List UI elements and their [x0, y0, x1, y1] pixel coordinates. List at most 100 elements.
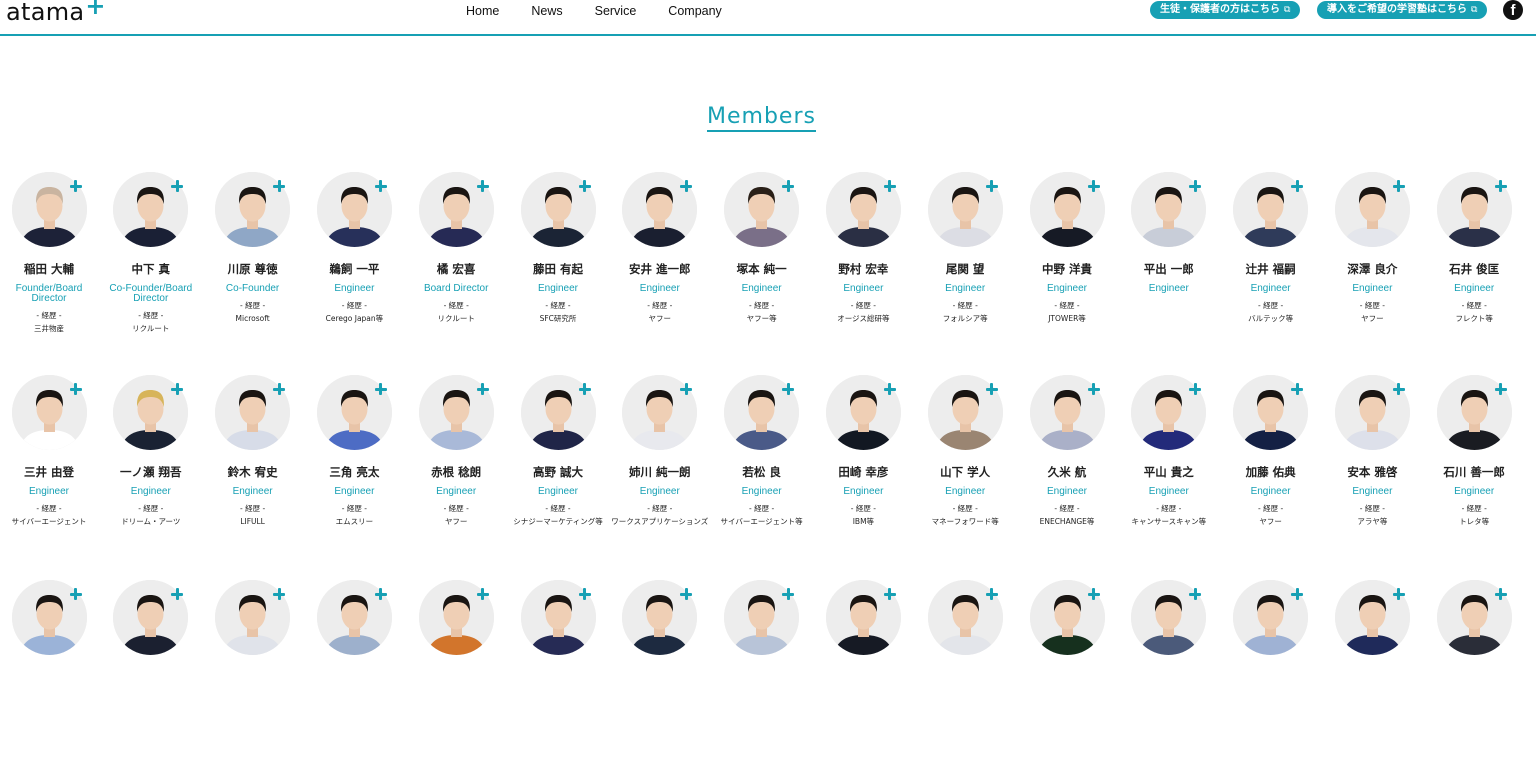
member-avatar[interactable]	[1233, 172, 1309, 247]
member-avatar[interactable]	[724, 580, 800, 655]
member-card[interactable]: 石井 俊匡 Engineer - 経歴 - フレクト等	[1423, 172, 1525, 324]
member-avatar[interactable]	[113, 580, 189, 655]
member-avatar[interactable]	[724, 172, 800, 247]
member-avatar[interactable]	[215, 580, 291, 655]
member-card[interactable]: 三井 由登 Engineer - 経歴 - サイバーエージェント	[0, 375, 100, 527]
member-card[interactable]: 山下 学人 Engineer - 経歴 - マネーフォワード等	[914, 375, 1016, 527]
member-avatar[interactable]	[113, 172, 189, 247]
member-avatar[interactable]	[418, 580, 494, 655]
member-avatar[interactable]	[927, 172, 1003, 247]
member-card[interactable]: 鵜飼 一平 Engineer - 経歴 - Cerego Japan等	[303, 172, 405, 324]
member-avatar[interactable]	[215, 172, 291, 247]
member-avatar[interactable]	[316, 172, 392, 247]
member-card[interactable]: 三角 亮太 Engineer - 経歴 - エムスリー	[303, 375, 405, 527]
member-card[interactable]: 高野 誠大 Engineer - 経歴 - シナジーマーケティング等	[507, 375, 609, 527]
member-card[interactable]: 橘 宏喜 Board Director - 経歴 - リクルート	[405, 172, 507, 324]
nav-home[interactable]: Home	[466, 4, 499, 18]
member-avatar[interactable]	[825, 375, 901, 450]
member-card[interactable]	[405, 580, 507, 655]
member-card[interactable]: 姉川 純一朗 Engineer - 経歴 - ワークスアプリケーションズ	[609, 375, 711, 527]
member-card[interactable]	[1016, 580, 1118, 655]
member-avatar[interactable]	[1029, 172, 1105, 247]
member-card[interactable]	[1321, 580, 1423, 655]
member-card[interactable]: 塚本 純一 Engineer - 経歴 - ヤフー等	[711, 172, 813, 324]
member-avatar[interactable]	[1436, 375, 1512, 450]
member-card[interactable]: 石川 善一郎 Engineer - 経歴 - トレタ等	[1423, 375, 1525, 527]
member-card[interactable]	[1423, 580, 1525, 655]
member-card[interactable]: 平山 貴之 Engineer - 経歴 - キャンサースキャン等	[1118, 375, 1220, 527]
member-card[interactable]	[100, 580, 202, 655]
nav-news[interactable]: News	[531, 4, 562, 18]
facebook-icon[interactable]: f	[1503, 0, 1523, 20]
member-name: 辻井 福嗣	[1245, 262, 1296, 276]
member-card[interactable]	[812, 580, 914, 655]
member-avatar[interactable]	[418, 375, 494, 450]
member-card[interactable]	[914, 580, 1016, 655]
member-card[interactable]: 中野 洋貴 Engineer - 経歴 - JTOWER等	[1016, 172, 1118, 324]
member-card[interactable]: 一ノ瀬 翔吾 Engineer - 経歴 - ドリーム・アーツ	[100, 375, 202, 527]
member-avatar[interactable]	[1436, 172, 1512, 247]
nav-service[interactable]: Service	[595, 4, 637, 18]
member-avatar[interactable]	[724, 375, 800, 450]
member-avatar[interactable]	[1029, 580, 1105, 655]
member-avatar[interactable]	[622, 172, 698, 247]
member-avatar[interactable]	[622, 580, 698, 655]
member-card[interactable]: 尾関 望 Engineer - 経歴 - フォルシア等	[914, 172, 1016, 324]
member-avatar[interactable]	[1233, 375, 1309, 450]
member-card[interactable]	[1220, 580, 1322, 655]
member-avatar[interactable]	[1131, 580, 1207, 655]
member-card[interactable]: 藤田 有起 Engineer - 経歴 - SFC研究所	[507, 172, 609, 324]
schools-inquiry-button[interactable]: 導入をご希望の学習塾はこちら ⧉	[1317, 1, 1488, 19]
member-avatar[interactable]	[825, 580, 901, 655]
member-card[interactable]	[303, 580, 405, 655]
member-card[interactable]: 辻井 福嗣 Engineer - 経歴 - バルテック等	[1220, 172, 1322, 324]
member-avatar[interactable]	[1131, 172, 1207, 247]
member-avatar[interactable]	[1233, 580, 1309, 655]
member-card[interactable]	[202, 580, 304, 655]
member-card[interactable]: 安本 雅啓 Engineer - 経歴 - アラヤ等	[1321, 375, 1423, 527]
member-card[interactable]: 久米 航 Engineer - 経歴 - ENECHANGE等	[1016, 375, 1118, 527]
nav-company[interactable]: Company	[668, 4, 722, 18]
member-avatar[interactable]	[520, 375, 596, 450]
member-avatar[interactable]	[622, 375, 698, 450]
member-card[interactable]: 鈴木 宥史 Engineer - 経歴 - LIFULL	[202, 375, 304, 527]
member-card[interactable]: 稲田 大輔 Founder/Board Director - 経歴 - 三井物産	[0, 172, 100, 334]
member-avatar[interactable]	[215, 375, 291, 450]
member-avatar[interactable]	[1131, 375, 1207, 450]
member-card[interactable]: 野村 宏幸 Engineer - 経歴 - オージス総研等	[812, 172, 914, 324]
member-card[interactable]: 川原 尊徳 Co-Founder - 経歴 - Microsoft	[202, 172, 304, 324]
member-avatar[interactable]	[11, 375, 87, 450]
member-avatar[interactable]	[520, 580, 596, 655]
member-card[interactable]: 深澤 良介 Engineer - 経歴 - ヤフー	[1321, 172, 1423, 324]
member-card[interactable]: 赤根 稔朗 Engineer - 経歴 - ヤフー	[405, 375, 507, 527]
member-avatar[interactable]	[927, 375, 1003, 450]
member-avatar[interactable]	[316, 375, 392, 450]
member-avatar[interactable]	[418, 172, 494, 247]
member-card[interactable]: 田崎 幸彦 Engineer - 経歴 - IBM等	[812, 375, 914, 527]
member-card[interactable]: 中下 真 Co-Founder/Board Director - 経歴 - リクルート	[100, 172, 202, 334]
member-avatar[interactable]	[1334, 580, 1410, 655]
member-avatar[interactable]	[520, 172, 596, 247]
member-card[interactable]: 若松 良 Engineer - 経歴 - サイバーエージェント等	[711, 375, 813, 527]
member-card[interactable]	[0, 580, 100, 655]
member-avatar[interactable]	[316, 580, 392, 655]
member-avatar[interactable]	[825, 172, 901, 247]
atama-plus-logo[interactable]: atama+	[6, 0, 106, 26]
member-avatar[interactable]	[927, 580, 1003, 655]
member-avatar[interactable]	[11, 172, 87, 247]
member-avatar[interactable]	[11, 580, 87, 655]
member-card[interactable]	[711, 580, 813, 655]
career-label: - 経歴 -	[240, 301, 266, 310]
students-parents-button[interactable]: 生徒・保護者の方はこちら ⧉	[1150, 1, 1301, 19]
member-card[interactable]: 安井 進一郎 Engineer - 経歴 - ヤフー	[609, 172, 711, 324]
member-card[interactable]	[609, 580, 711, 655]
member-card[interactable]	[507, 580, 609, 655]
member-avatar[interactable]	[1436, 580, 1512, 655]
member-card[interactable]: 平出 一郎 Engineer	[1118, 172, 1220, 294]
member-avatar[interactable]	[1334, 172, 1410, 247]
member-card[interactable]	[1118, 580, 1220, 655]
member-avatar[interactable]	[1334, 375, 1410, 450]
member-card[interactable]: 加藤 佑典 Engineer - 経歴 - ヤフー	[1220, 375, 1322, 527]
member-avatar[interactable]	[113, 375, 189, 450]
member-avatar[interactable]	[1029, 375, 1105, 450]
